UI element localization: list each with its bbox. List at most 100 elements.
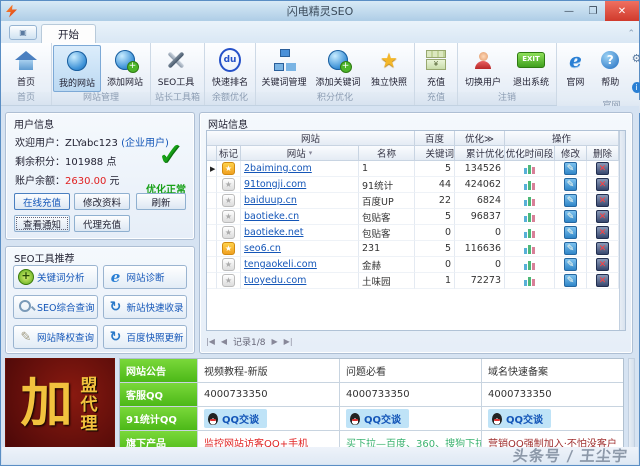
official-site-button[interactable]: 官网 — [558, 45, 593, 100]
site-link[interactable]: seo6.cn — [244, 243, 281, 254]
chart-icon[interactable] — [524, 276, 535, 286]
site-link[interactable]: baotieke.cn — [244, 211, 299, 222]
next-page-icon[interactable]: ▶ — [272, 337, 278, 346]
my-sites-button[interactable]: 我的网站 — [53, 45, 101, 92]
col-total[interactable]: 累计优化 — [455, 146, 505, 161]
col-period[interactable]: 优化时间段 — [505, 146, 555, 161]
group-header-opt[interactable]: 优化≫ — [455, 131, 505, 146]
downgrade-query-button[interactable]: 网站降权查询 — [13, 325, 98, 349]
table-row[interactable]: baotieke.cn 包贴客 5 96837 — [207, 209, 619, 225]
chart-icon[interactable] — [524, 212, 535, 222]
app-menu-button[interactable]: ▣ — [9, 25, 37, 40]
franchise-banner[interactable]: 加 盟代理 — [5, 358, 115, 450]
panel-scrollbar[interactable] — [628, 358, 635, 450]
agent-recharge-button[interactable]: 代理充值 — [74, 215, 130, 232]
chart-icon[interactable] — [524, 244, 535, 254]
edit-icon[interactable] — [564, 162, 577, 175]
edit-icon[interactable] — [564, 274, 577, 287]
col-mark[interactable]: 标记 — [217, 146, 241, 161]
edit-icon[interactable] — [564, 258, 577, 271]
close-button[interactable]: ✕ — [605, 1, 639, 21]
edit-profile-button[interactable]: 修改资料 — [74, 193, 130, 210]
keyword-analysis-button[interactable]: 关键词分析 — [13, 265, 98, 289]
about-button[interactable]: i关于 — [632, 74, 640, 100]
site-link[interactable]: 2baiming.com — [244, 163, 312, 174]
site-link[interactable]: tuoyedu.com — [244, 275, 306, 286]
fast-rank-button[interactable]: 快速排名 — [206, 45, 254, 92]
add-keyword-button[interactable]: 添加关键词 — [311, 45, 365, 92]
vertical-scrollbar[interactable] — [619, 131, 625, 330]
first-page-icon[interactable]: |◀ — [206, 337, 215, 346]
table-row[interactable]: tuoyedu.com 土味园 1 72273 — [207, 273, 619, 289]
announcement-link[interactable]: 域名快速备案 — [482, 359, 623, 382]
qq-chat-button[interactable]: QQ交谈 — [204, 409, 267, 428]
chart-icon[interactable] — [524, 260, 535, 270]
chart-icon[interactable] — [524, 164, 535, 174]
ribbon-collapse-icon[interactable]: ⌃ — [627, 29, 635, 39]
delete-icon[interactable] — [596, 210, 609, 223]
table-row[interactable]: baotieke.net 包贴客 0 0 — [207, 225, 619, 241]
help-button[interactable]: 帮助 — [593, 45, 628, 100]
snapshot-button[interactable]: 独立快照 — [365, 45, 413, 92]
group-header-action[interactable]: 操作 — [505, 131, 619, 146]
fast-index-button[interactable]: 新站快速收录 — [103, 295, 188, 319]
seo-query-button[interactable]: SEO综合查询 — [13, 295, 98, 319]
mark-star-icon[interactable] — [222, 226, 235, 239]
table-row[interactable]: seo6.cn 231 5 116636 — [207, 241, 619, 257]
last-page-icon[interactable]: ▶| — [284, 337, 293, 346]
col-site[interactable]: 网站▾ — [241, 146, 359, 161]
col-keyword[interactable]: 关键词 — [415, 146, 455, 161]
table-row[interactable]: baiduup.cn 百度UP 22 6824 — [207, 193, 619, 209]
mark-star-icon[interactable] — [222, 274, 235, 287]
mark-star-icon[interactable] — [222, 258, 235, 271]
site-link[interactable]: 91tongji.com — [244, 179, 306, 190]
maximize-button[interactable]: ❐ — [581, 1, 605, 21]
delete-icon[interactable] — [596, 226, 609, 239]
delete-icon[interactable] — [596, 194, 609, 207]
edit-icon[interactable] — [564, 242, 577, 255]
announcement-link[interactable]: 视频教程-新版 — [198, 359, 339, 382]
table-row[interactable]: 91tongji.com 91统计 44 424062 — [207, 177, 619, 193]
col-name[interactable]: 名称 — [359, 146, 415, 161]
online-recharge-button[interactable]: 在线充值 — [14, 193, 70, 210]
delete-icon[interactable] — [596, 258, 609, 271]
site-diagnose-button[interactable]: 网站诊断 — [103, 265, 188, 289]
chart-icon[interactable] — [524, 180, 535, 190]
qq-chat-button[interactable]: QQ交谈 — [346, 409, 409, 428]
settings-button[interactable]: ⚙设置 — [632, 45, 640, 71]
chart-icon[interactable] — [524, 228, 535, 238]
chart-icon[interactable] — [524, 196, 535, 206]
seo-tools-button[interactable]: SEO工具 — [152, 45, 200, 92]
site-link[interactable]: tengaokeli.com — [244, 259, 317, 270]
delete-icon[interactable] — [596, 178, 609, 191]
site-link[interactable]: baiduup.cn — [244, 195, 297, 206]
announcement-link[interactable]: 问题必看 — [340, 359, 481, 382]
snapshot-update-button[interactable]: 百度快照更新 — [103, 325, 188, 349]
minimize-button[interactable]: — — [557, 1, 581, 21]
delete-icon[interactable] — [596, 242, 609, 255]
add-site-button[interactable]: 添加网站 — [101, 45, 149, 92]
edit-icon[interactable] — [564, 194, 577, 207]
refresh-button[interactable]: 刷新 — [136, 193, 186, 210]
group-header-site[interactable]: 网站 — [207, 131, 415, 146]
delete-icon[interactable] — [596, 162, 609, 175]
mark-star-icon[interactable] — [222, 210, 235, 223]
col-delete[interactable]: 删除 — [587, 146, 619, 161]
view-notices-button[interactable]: 查看通知 — [14, 215, 70, 232]
mark-star-icon[interactable] — [222, 194, 235, 207]
home-button[interactable]: 首页 — [2, 45, 50, 92]
keyword-mgmt-button[interactable]: 关键词管理 — [257, 45, 311, 92]
sort-indicator-icon[interactable]: ▾ — [309, 149, 313, 157]
edit-icon[interactable] — [564, 226, 577, 239]
qq-chat-button[interactable]: QQ交谈 — [488, 409, 551, 428]
switch-user-button[interactable]: 切换用户 — [459, 45, 507, 92]
mark-star-icon[interactable] — [222, 178, 235, 191]
site-link[interactable]: baotieke.net — [244, 227, 304, 238]
mark-star-icon[interactable] — [222, 162, 235, 175]
group-header-baidu[interactable]: 百度 — [415, 131, 455, 146]
tab-start[interactable]: 开始 — [41, 24, 96, 43]
recharge-button[interactable]: 充值 — [416, 45, 456, 92]
exit-button[interactable]: 退出系统 — [507, 45, 555, 92]
prev-page-icon[interactable]: ◀ — [221, 337, 227, 346]
edit-icon[interactable] — [564, 210, 577, 223]
